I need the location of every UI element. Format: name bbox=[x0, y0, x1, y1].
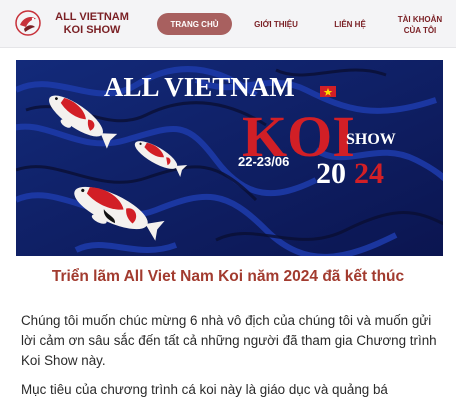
nav-contact[interactable]: LIÊN HỆ bbox=[322, 13, 378, 35]
banner-year-part2: 24 bbox=[354, 157, 384, 190]
banner-title-show: SHOW bbox=[346, 131, 396, 148]
article-paragraph-1: Chúng tôi muốn chúc mừng 6 nhà vô địch c… bbox=[21, 313, 437, 368]
banner-title-line1: ALL VIETNAM bbox=[104, 72, 295, 102]
nav-about[interactable]: GIỚI THIỆU bbox=[244, 13, 308, 35]
event-banner-image: ALL VIETNAM KOI SHOW 22-23/06 20 24 bbox=[16, 60, 443, 256]
site-logo-text[interactable]: ALL VIETNAM KOI SHOW bbox=[50, 11, 134, 37]
vietnam-flag-icon bbox=[320, 86, 336, 97]
banner-dates: 22-23/06 bbox=[238, 154, 289, 169]
site-header: ALL VIETNAM KOI SHOW TRANG CHỦ GIỚI THIỆ… bbox=[0, 0, 456, 48]
nav-account-line2: CỦA TÔI bbox=[403, 26, 437, 35]
banner-year-part1: 20 bbox=[316, 157, 346, 190]
nav-my-account[interactable]: TÀI KHOẢN CỦA TÔI bbox=[388, 12, 452, 38]
article-paragraph-2: Mục tiêu của chương trình cá koi này là … bbox=[21, 382, 388, 397]
logo-line2: KOI SHOW bbox=[63, 24, 121, 36]
logo-line1: ALL VIETNAM bbox=[55, 11, 129, 23]
nav-home[interactable]: TRANG CHỦ bbox=[157, 13, 232, 35]
koi-fish-logo-icon[interactable] bbox=[14, 9, 42, 37]
article-headline: Triển lãm All Viet Nam Koi năm 2024 đã k… bbox=[51, 268, 405, 285]
nav-account-line1: TÀI KHOẢN bbox=[397, 15, 443, 24]
